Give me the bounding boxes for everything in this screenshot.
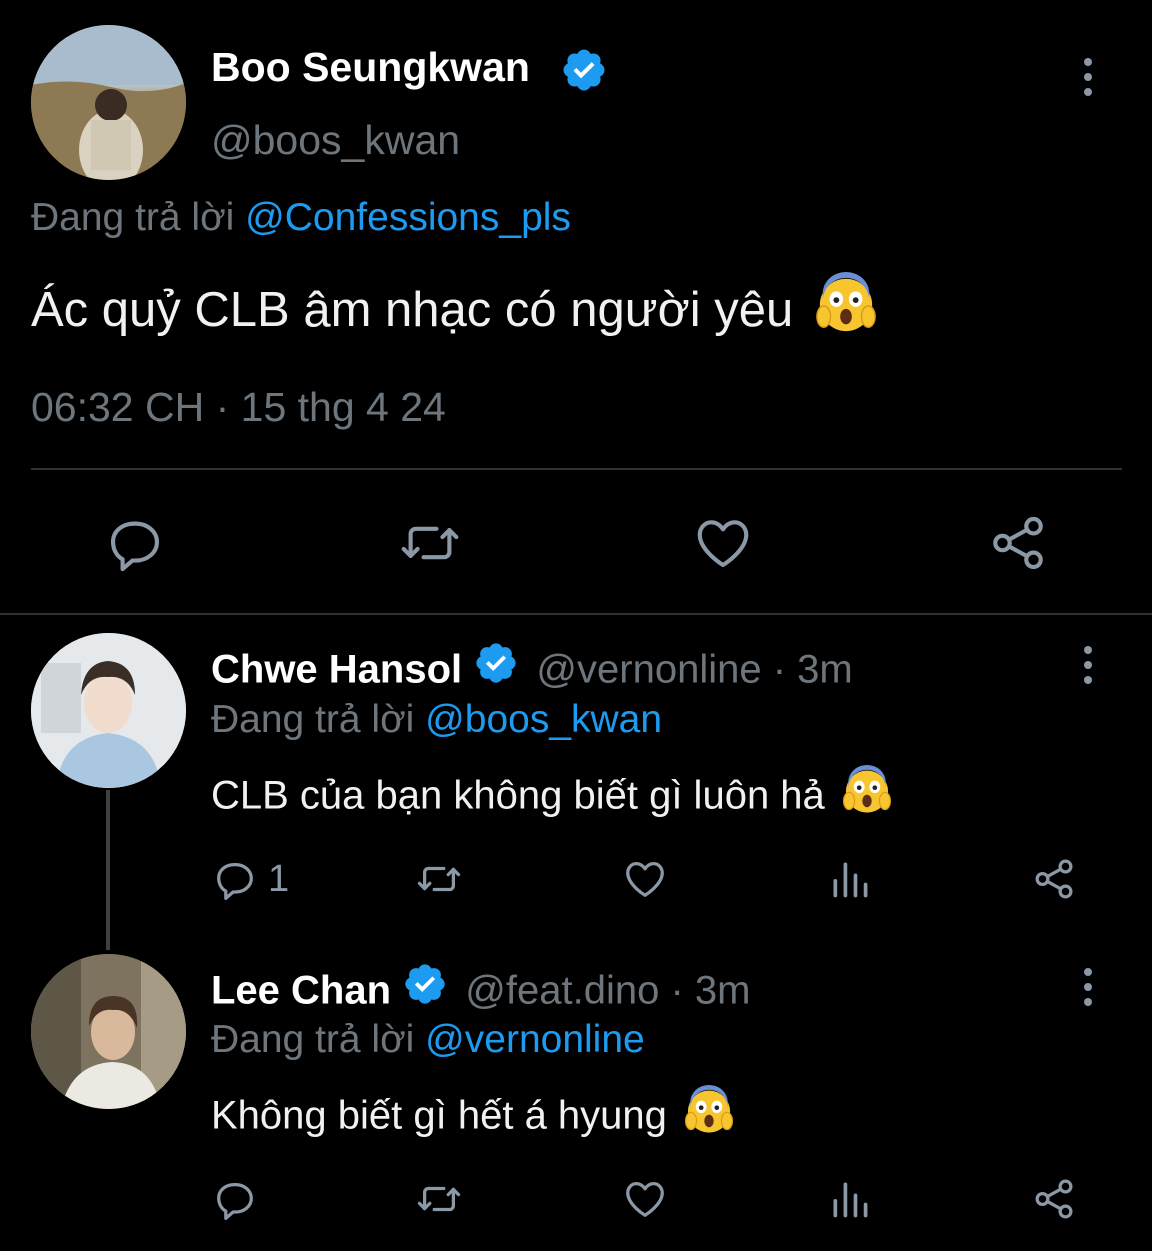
like-icon[interactable] [692, 512, 754, 574]
reply-icon[interactable] [104, 512, 166, 574]
reply-2-header: Lee Chan @feat.dino · 3m [211, 964, 750, 1021]
reply-context: Đang trả lời @Confessions_pls [31, 196, 571, 240]
reply-2-handle[interactable]: @feat.dino [465, 969, 659, 1013]
reply-prefix: Đang trả lời [31, 196, 235, 239]
share-icon[interactable] [1030, 1176, 1078, 1222]
more-options-icon[interactable] [1084, 58, 1092, 96]
more-options-icon[interactable] [1084, 646, 1092, 684]
reply-2-time[interactable]: · 3m [670, 969, 750, 1013]
section-divider [0, 613, 1152, 615]
share-icon[interactable] [987, 512, 1049, 574]
reply-2-author-name[interactable]: Lee Chan [211, 969, 391, 1013]
retweet-icon[interactable] [414, 856, 464, 902]
reply-icon[interactable] [212, 1176, 258, 1222]
main-tweet-text: Ác quỷ CLB âm nhạc có người yêu [31, 272, 877, 350]
avatar-reply-2[interactable] [31, 954, 186, 1109]
reply-1-author-name[interactable]: Chwe Hansol [211, 648, 462, 692]
reply-1-context: Đang trả lời @boos_kwan [211, 698, 662, 742]
main-tweet-body: Ác quỷ CLB âm nhạc có người yêu [31, 282, 794, 337]
reply-prefix: Đang trả lời [211, 1018, 415, 1061]
retweet-icon[interactable] [397, 512, 463, 574]
reply-2-context: Đang trả lời @vernonline [211, 1018, 645, 1062]
reply-2-body: Không biết gì hết á hyung [211, 1093, 667, 1138]
avatar-reply-1[interactable] [31, 633, 186, 788]
reply-1-handle[interactable]: @vernonline [536, 648, 761, 692]
divider [31, 468, 1122, 470]
reply-to-handle[interactable]: @Confessions_pls [245, 196, 571, 239]
reply-to-handle[interactable]: @boos_kwan [425, 698, 662, 741]
like-icon[interactable] [621, 856, 669, 902]
verified-badge-icon [473, 640, 519, 696]
reply-2-text: Không biết gì hết á hyung [211, 1085, 734, 1148]
reply-1-time[interactable]: · 3m [773, 648, 853, 692]
verified-badge-icon [402, 961, 448, 1017]
views-icon[interactable] [828, 856, 872, 902]
reply-1-body: CLB của bạn không biết gì luôn hả [211, 773, 825, 818]
share-icon[interactable] [1030, 856, 1078, 902]
thread-line [106, 790, 110, 950]
main-author-name[interactable]: Boo Seungkwan [211, 44, 530, 91]
main-author-handle[interactable]: @boos_kwan [211, 117, 460, 164]
like-icon[interactable] [621, 1176, 669, 1222]
main-tweet-timestamp[interactable]: 06:32 CH · 15 thg 4 24 [31, 384, 446, 431]
face-screaming-in-fear-emoji [815, 272, 877, 346]
reply-icon[interactable]: 1 [212, 856, 289, 902]
retweet-icon[interactable] [414, 1176, 464, 1222]
reply-1-text: CLB của bạn không biết gì luôn hả [211, 765, 892, 828]
views-icon[interactable] [828, 1176, 872, 1222]
reply-1-header: Chwe Hansol @vernonline · 3m [211, 643, 853, 700]
face-screaming-in-fear-emoji [842, 765, 892, 825]
verified-badge-icon [560, 46, 608, 99]
face-screaming-in-fear-emoji [684, 1085, 734, 1145]
avatar-main-author[interactable] [31, 25, 186, 180]
reply-prefix: Đang trả lời [211, 698, 415, 741]
more-options-icon[interactable] [1084, 968, 1092, 1006]
reply-count: 1 [268, 857, 290, 900]
reply-to-handle[interactable]: @vernonline [425, 1018, 645, 1061]
